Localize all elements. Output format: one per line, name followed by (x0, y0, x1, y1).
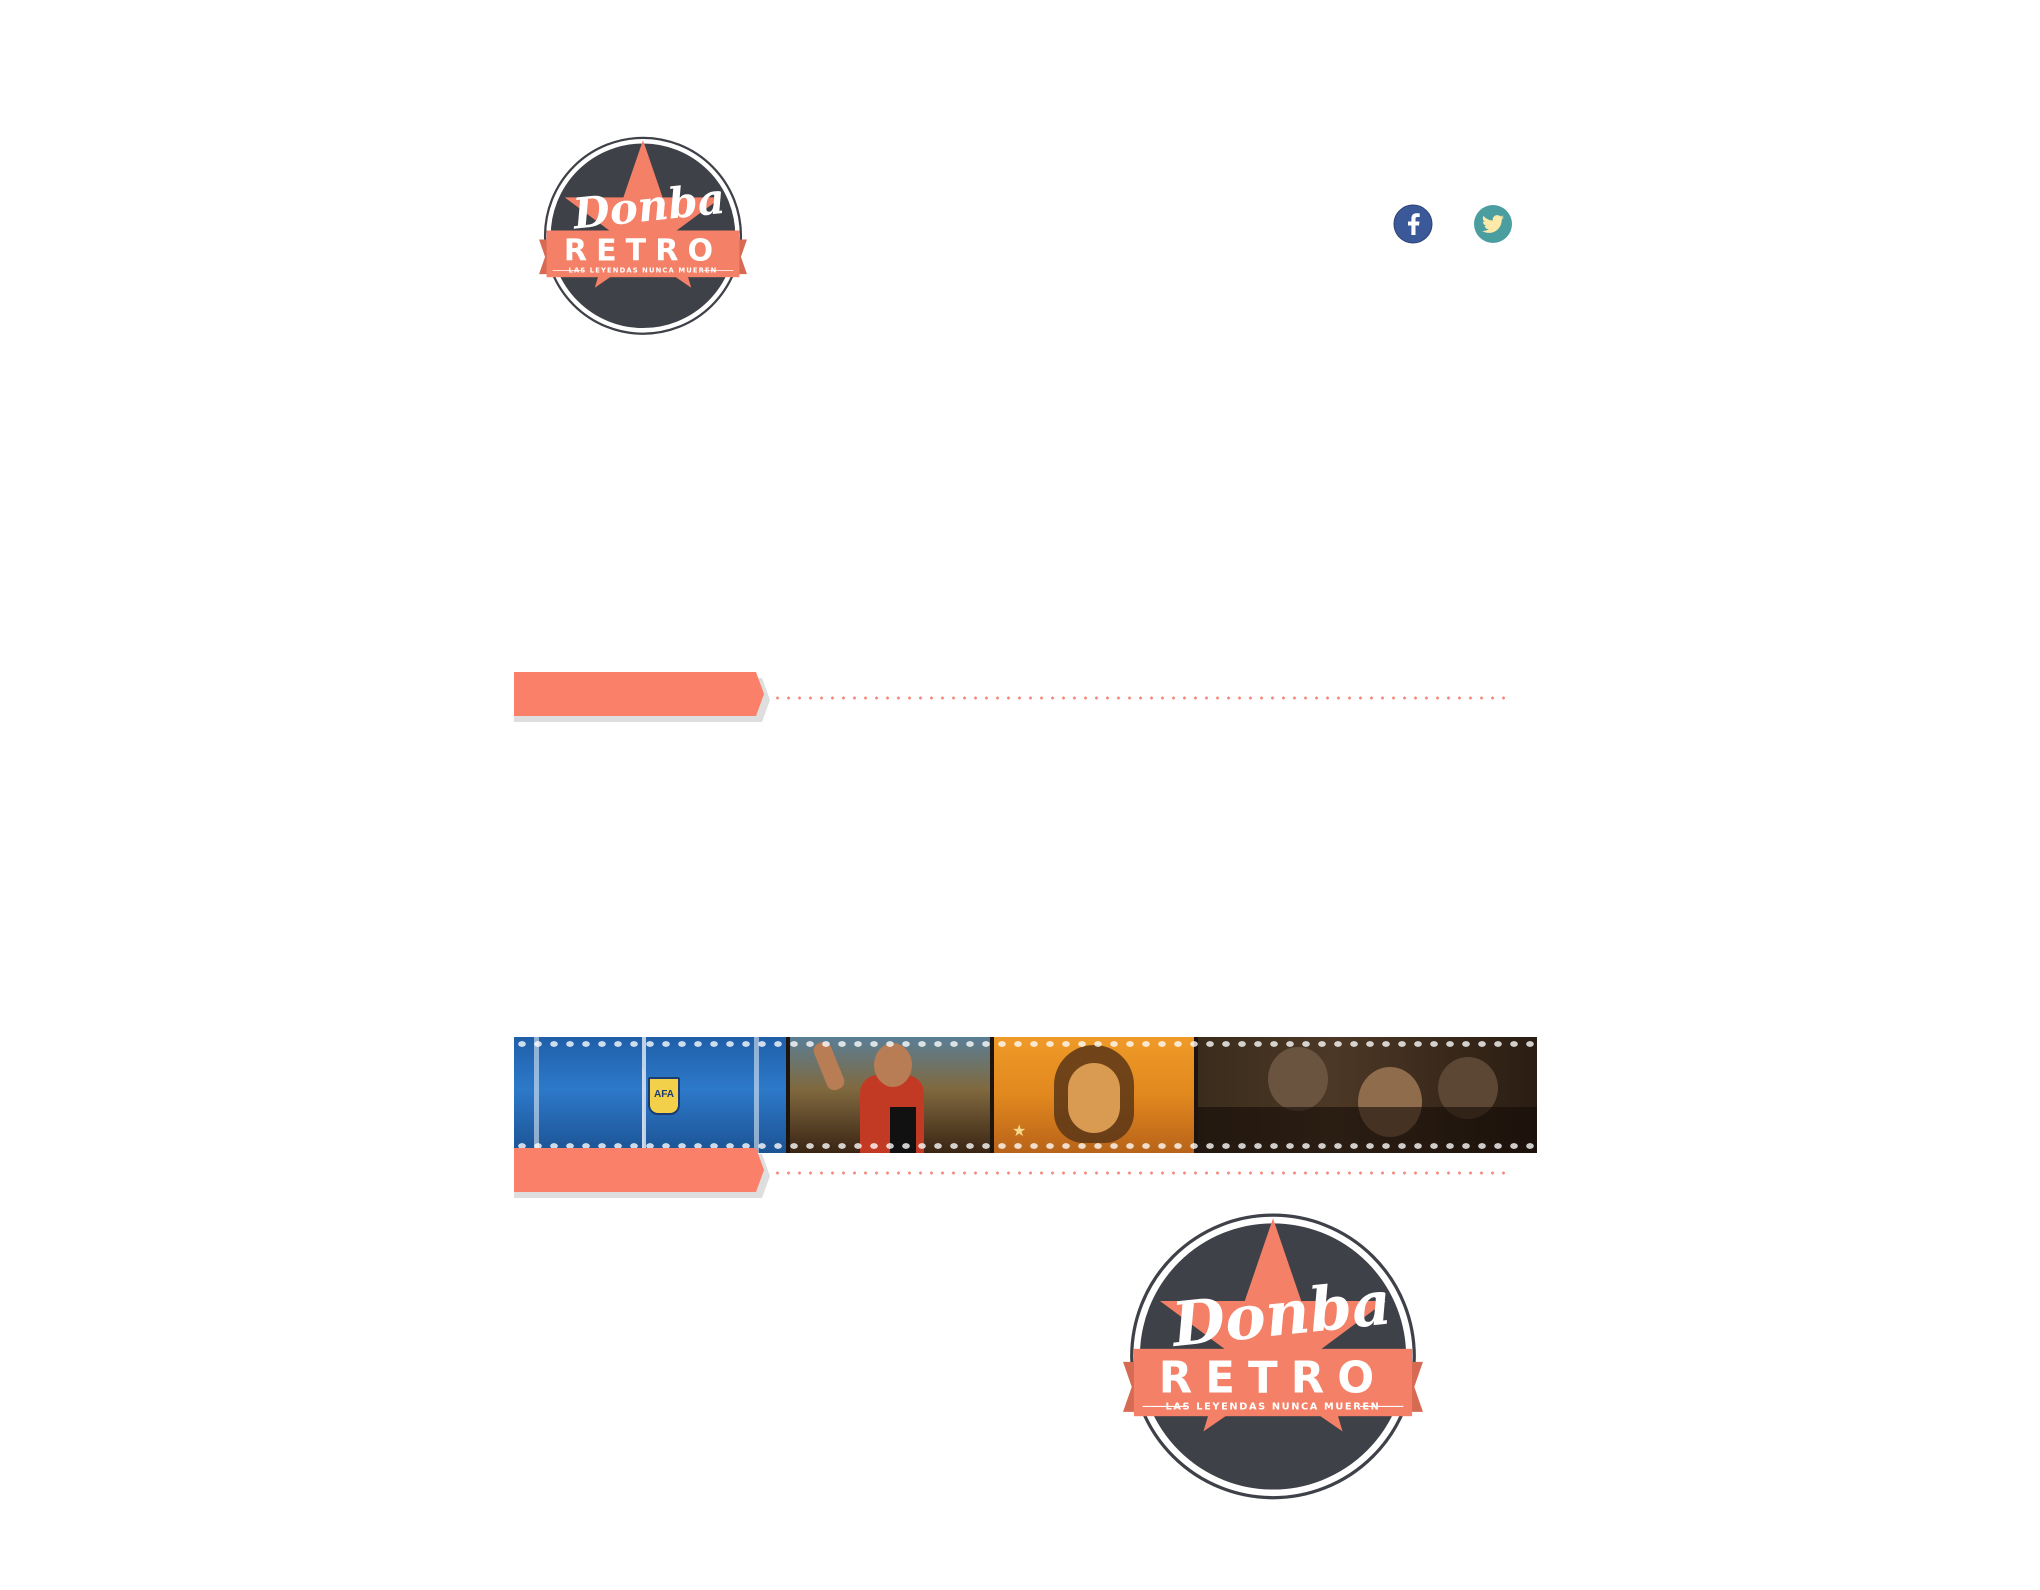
afa-badge: AFA (648, 1077, 680, 1115)
frame-blue-jacket: AFA (514, 1037, 786, 1153)
footer-logo-title-text: RETRO (1159, 1353, 1387, 1403)
dotted-divider-2 (772, 1171, 1512, 1175)
twitter-link[interactable] (1473, 204, 1513, 244)
filmstrip-banner: AFA ★ (514, 1037, 1537, 1153)
twitter-icon (1474, 205, 1512, 243)
section-ribbon-1 (514, 672, 770, 722)
footer-logo: Donba RETRO LAS LEYENDAS NUNCA MUEREN (1123, 1213, 1423, 1500)
frame-player-fist (790, 1037, 990, 1153)
brand-logo[interactable]: Donba RETRO LAS LEYENDAS NUNCA MUEREN (530, 126, 756, 338)
section-ribbon-2 (514, 1148, 770, 1198)
dotted-divider-1 (772, 696, 1512, 700)
facebook-link[interactable] (1393, 204, 1433, 244)
logo-title-text: RETRO (564, 234, 722, 269)
frame-group-scene (1198, 1037, 1537, 1153)
sprocket-holes-top (514, 1040, 1537, 1048)
facebook-icon (1393, 204, 1433, 244)
logo-tagline-text: LAS LEYENDAS NUNCA MUEREN (569, 267, 718, 275)
frame-mural: ★ (994, 1037, 1194, 1153)
footer-logo-tagline-text: LAS LEYENDAS NUNCA MUEREN (1166, 1402, 1381, 1413)
